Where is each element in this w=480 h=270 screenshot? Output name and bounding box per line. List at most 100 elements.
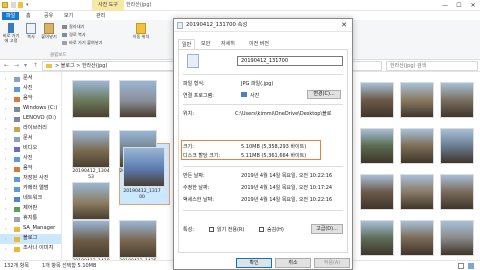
image-thumbnail[interactable] [123, 147, 165, 187]
image-thumbnail[interactable] [400, 220, 434, 256]
dialog-button-row: 확인 취소 적용(A) [174, 256, 352, 270]
recycle-bin-icon [14, 216, 20, 222]
up-arrow-icon[interactable]: ↑ [31, 61, 40, 71]
tab-general[interactable]: 일반 [178, 39, 196, 49]
sidebar-item[interactable]: › 카메라 앨범 [0, 184, 61, 194]
chevron-right-icon[interactable]: › [5, 114, 7, 124]
move-to-button[interactable]: 이동 위치 [132, 21, 150, 47]
image-thumbnail[interactable] [440, 128, 474, 164]
image-thumbnail[interactable] [400, 82, 434, 118]
sidebar-item[interactable]: › 저장된 사진 [0, 174, 61, 184]
image-thumbnail[interactable] [400, 174, 434, 210]
paste-shortcut-button[interactable]: 바로 가기 붙여넣기 [62, 40, 102, 46]
tab-view[interactable]: 보기 [60, 12, 77, 20]
chevron-right-icon[interactable]: › [5, 154, 7, 164]
search-input[interactable]: 한라산(jpg) 검색 [386, 61, 478, 71]
chevron-right-icon[interactable]: › [5, 144, 7, 154]
dialog-close-button[interactable]: ✕ [336, 19, 352, 32]
tab-details[interactable]: 자세히 [218, 39, 238, 49]
forward-arrow-icon[interactable]: → [12, 61, 21, 71]
image-thumbnail[interactable] [440, 220, 474, 256]
image-thumbnail[interactable] [400, 128, 434, 164]
sidebar-item[interactable]: › Windows (C:) [0, 104, 61, 114]
details-view-icon[interactable] [458, 263, 464, 269]
cut-button[interactable]: 잘라내기 [62, 24, 84, 30]
chevron-right-icon[interactable]: › [5, 84, 7, 94]
chevron-right-icon[interactable]: › [5, 164, 7, 174]
image-thumbnail[interactable] [72, 130, 110, 168]
image-thumbnail[interactable] [72, 80, 110, 118]
chevron-right-icon[interactable]: › [5, 234, 7, 244]
copy-path-button[interactable]: 경로 복사 [62, 32, 86, 38]
chevron-right-icon[interactable]: › [5, 204, 7, 214]
sidebar-item[interactable]: › 블로그 [0, 234, 61, 244]
tab-security[interactable]: 보안 [198, 39, 213, 49]
sidebar-item[interactable]: › 문서 [0, 134, 61, 144]
image-thumbnail[interactable] [119, 220, 157, 258]
sidebar-item-label: 사진 [23, 155, 33, 161]
quick-access-dropdown-icon[interactable]: ▾ [26, 3, 30, 8]
sidebar-item[interactable]: › 휴지통 [0, 214, 61, 224]
hidden-checkbox[interactable] [259, 227, 264, 232]
chevron-right-icon[interactable]: › [5, 94, 7, 104]
sidebar-item[interactable]: › 사진 [0, 154, 61, 164]
sidebar-item[interactable]: › LENOVO (D:) [0, 114, 61, 124]
chevron-right-icon[interactable]: › [5, 184, 7, 194]
back-arrow-icon[interactable]: ← [2, 61, 11, 71]
chevron-right-icon[interactable]: › [5, 194, 7, 204]
sidebar-item[interactable]: › 사진 [0, 84, 61, 94]
chevron-right-icon[interactable]: › [5, 74, 7, 84]
image-thumbnail[interactable] [440, 82, 474, 118]
navigation-pane[interactable]: › 문서 › 사진 › 음악 › Windows (C:) › LENOVO (D:) › 라이브러리… [0, 72, 62, 260]
sidebar-item[interactable]: › 조사나 이미지 [0, 244, 61, 254]
image-thumbnail[interactable] [72, 220, 110, 258]
tab-previous-versions[interactable]: 이전 버전 [246, 39, 272, 49]
tab-manage[interactable]: 관리 [92, 12, 109, 20]
paste-label: 붙여넣기 [41, 34, 57, 39]
chevron-right-icon[interactable]: › [5, 124, 7, 134]
chevron-right-icon[interactable]: › [5, 134, 7, 144]
recent-dropdown-icon[interactable]: ▾ [21, 61, 30, 71]
minimize-button[interactable]: — [438, 0, 452, 11]
quick-access-folder-icon[interactable] [18, 2, 23, 8]
tab-share[interactable]: 공유 [40, 12, 57, 20]
maximize-button[interactable]: ☐ [452, 0, 466, 11]
chevron-right-icon[interactable]: › [5, 174, 7, 184]
sidebar-item[interactable]: › 네트워크 [0, 194, 61, 204]
chevron-right-icon[interactable]: › [5, 214, 7, 224]
sidebar-item[interactable]: › 라이브러리 [0, 124, 61, 134]
sidebar-item[interactable]: › 음악 [0, 164, 61, 174]
sidebar-item-label: 블로그 [23, 235, 38, 241]
image-thumbnail[interactable] [360, 174, 394, 210]
ok-button[interactable]: 확인 [236, 258, 272, 268]
image-thumbnail[interactable] [72, 182, 110, 220]
clipboard-icon [44, 23, 54, 34]
pin-to-quick-access-button[interactable]: 바로 가기에 고정 [2, 21, 20, 47]
advanced-button[interactable]: 고급(D)... [311, 224, 343, 234]
change-button[interactable]: 변경(C)... [307, 90, 341, 99]
image-thumbnail[interactable] [360, 128, 394, 164]
quick-access-save-icon[interactable] [11, 2, 16, 8]
sidebar-item[interactable]: › 비디오 [0, 144, 61, 154]
copy-button[interactable]: 복사 [22, 21, 40, 47]
chevron-right-icon[interactable]: › [5, 224, 7, 234]
cancel-button[interactable]: 취소 [275, 258, 311, 268]
large-icons-view-icon[interactable] [468, 263, 474, 269]
readonly-checkbox[interactable] [209, 227, 214, 232]
sidebar-item[interactable]: › 제어판 [0, 204, 61, 214]
tab-file[interactable]: 파일 [2, 12, 20, 20]
paste-button[interactable]: 붙여넣기 [40, 21, 58, 47]
filename-input[interactable]: 20190412_131700 [237, 56, 343, 66]
sidebar-item[interactable]: › SA_Manager [0, 224, 61, 234]
chevron-right-icon[interactable]: › [5, 244, 7, 254]
sidebar-item[interactable]: › 음악 [0, 94, 61, 104]
image-thumbnail[interactable] [440, 174, 474, 210]
image-thumbnail[interactable] [360, 220, 394, 256]
image-thumbnail[interactable] [360, 82, 394, 118]
chevron-right-icon[interactable]: › [5, 104, 7, 114]
apply-button[interactable]: 적용(A) [314, 258, 350, 268]
tab-home[interactable]: 홈 [22, 12, 35, 20]
sidebar-item[interactable]: › 문서 [0, 74, 61, 84]
close-button[interactable]: ✕ [466, 0, 480, 11]
image-thumbnail[interactable] [119, 80, 157, 118]
